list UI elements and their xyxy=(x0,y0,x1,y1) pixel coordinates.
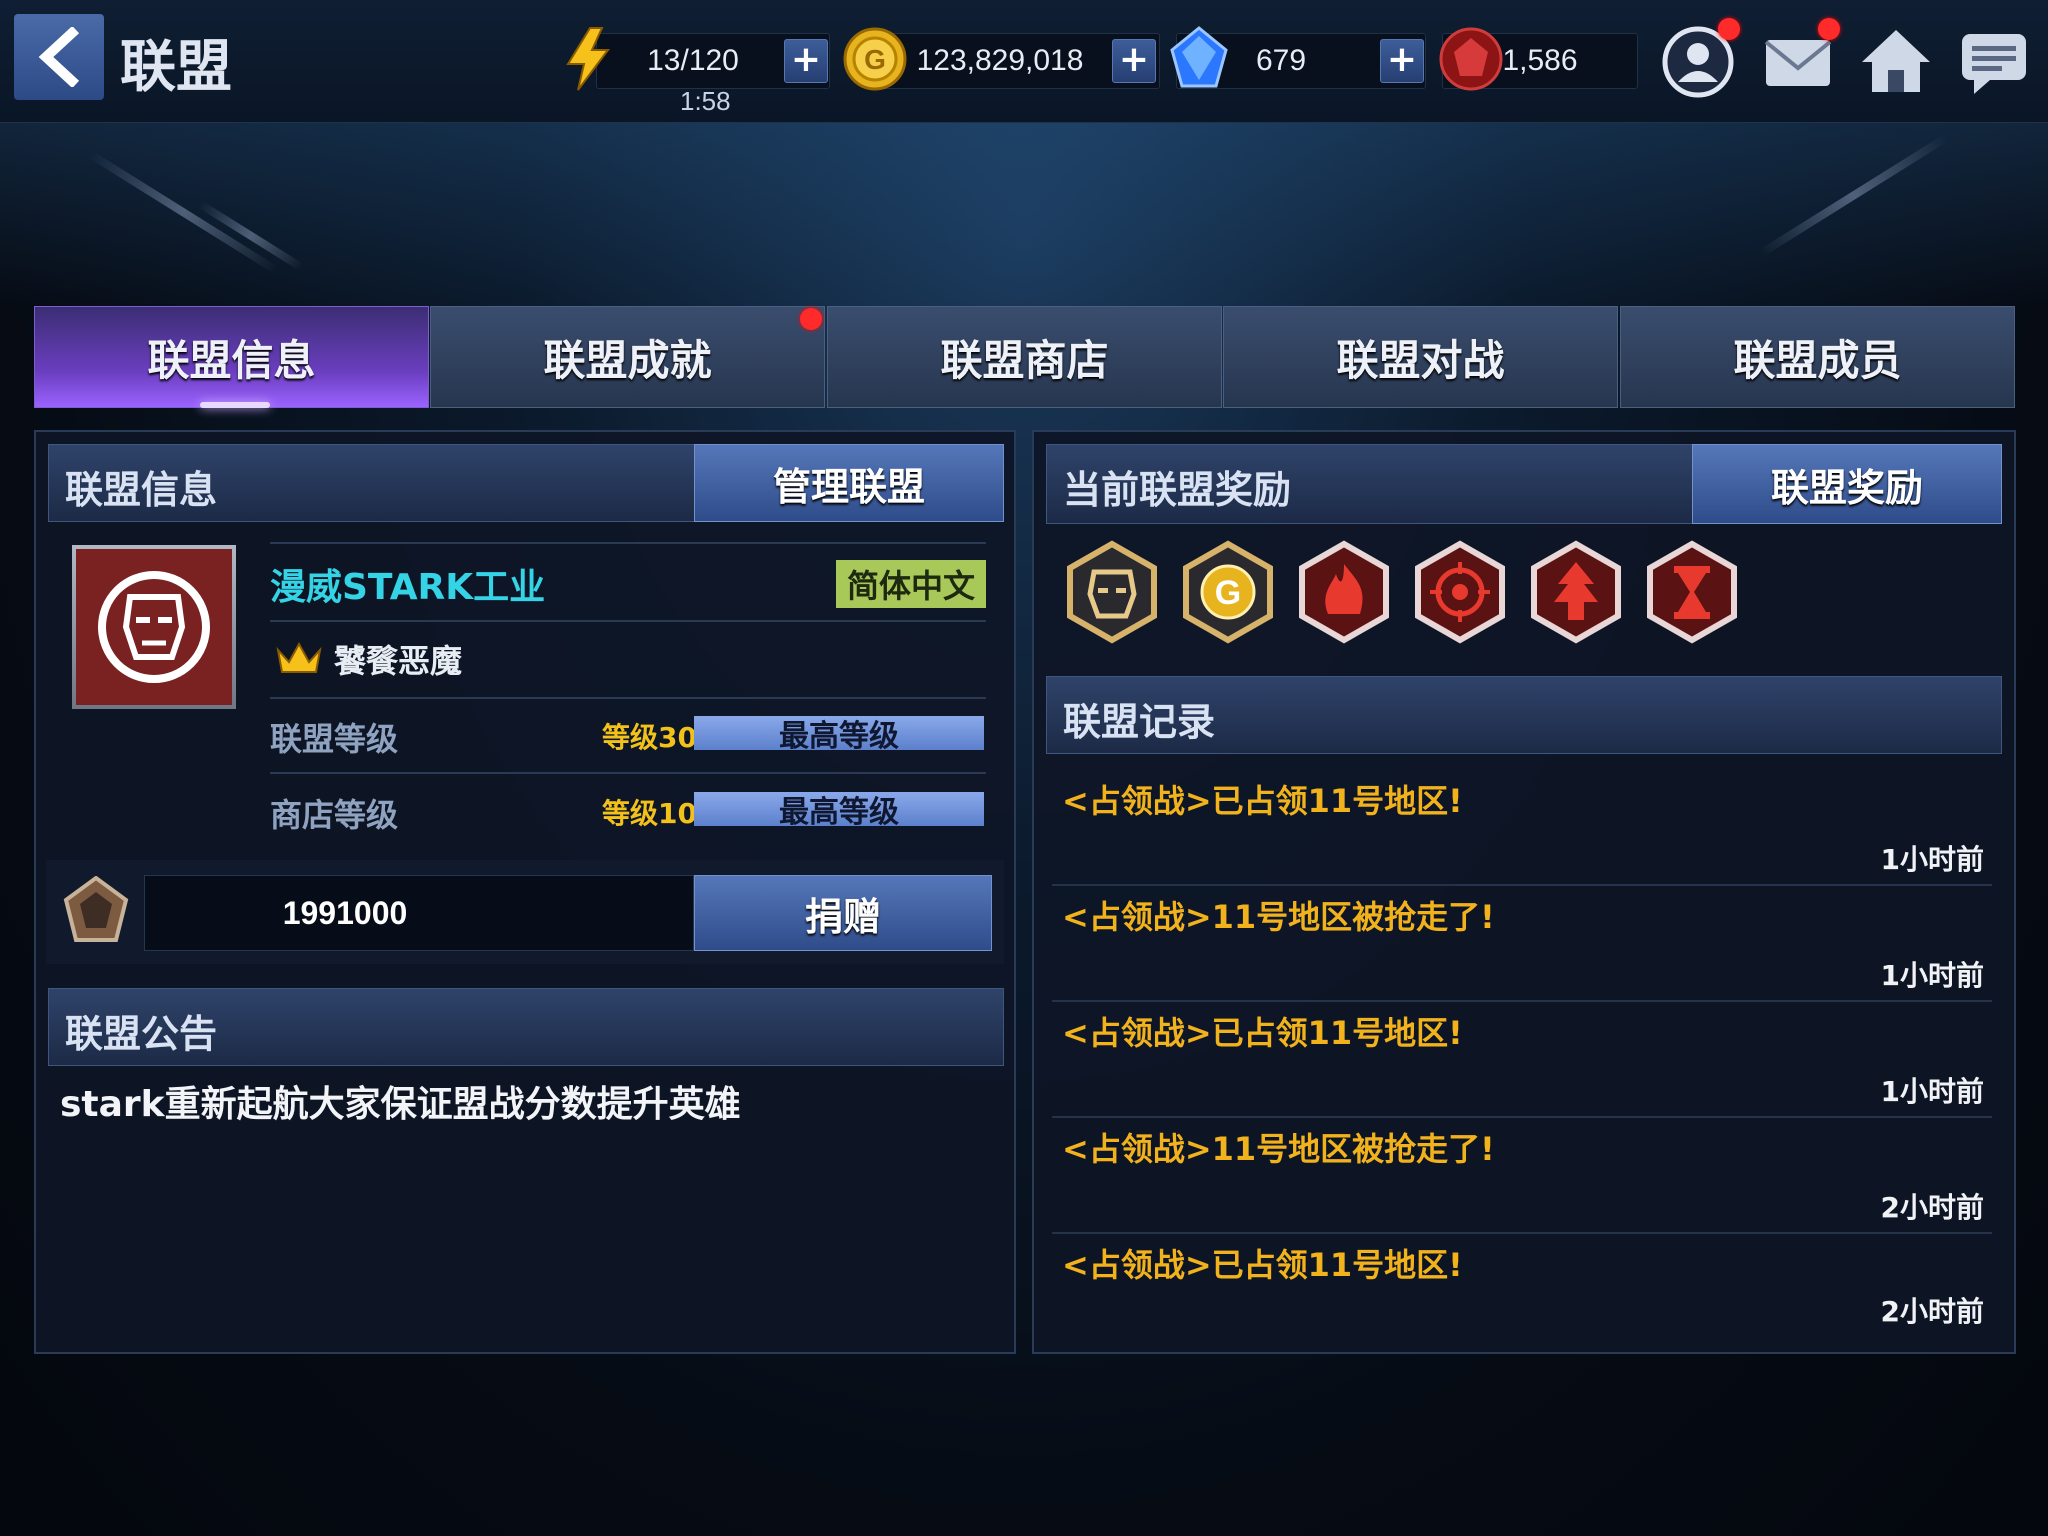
log-entry-time: 2小时前 xyxy=(1880,1191,1984,1224)
section-title: 联盟记录 xyxy=(1063,700,1216,744)
log-entry: <占领战>已占领11号地区! 1小时前 xyxy=(1052,1000,1992,1118)
divider xyxy=(270,620,986,622)
section-title: 联盟信息 xyxy=(65,468,218,512)
tab-alliance-shop[interactable]: 联盟商店 xyxy=(827,306,1222,408)
donation-amount: 1991000 xyxy=(282,895,408,931)
shop-level-value: 等级10 xyxy=(602,797,697,830)
back-button[interactable] xyxy=(14,14,104,100)
home-icon[interactable] xyxy=(1858,24,1934,100)
log-entry-text: <占领战>11号地区被抢走了! xyxy=(1062,1130,1495,1168)
page-title: 联盟 xyxy=(120,35,232,100)
alliance-level-bar: 最高等级 xyxy=(694,716,984,754)
log-entry-time: 1小时前 xyxy=(1880,959,1984,992)
divider xyxy=(270,542,986,544)
back-arrow-icon xyxy=(38,27,80,87)
tab-alliance-members[interactable]: 联盟成员 xyxy=(1620,306,2015,408)
add-gold-button[interactable]: + xyxy=(1112,39,1156,83)
tab-label: 联盟商店 xyxy=(940,335,1109,385)
tab-alliance-battle[interactable]: 联盟对战 xyxy=(1223,306,1618,408)
hourglass-reward-icon[interactable] xyxy=(1644,540,1740,644)
energy-timer: 1:58 xyxy=(680,86,731,116)
alliance-rewards-button[interactable]: 联盟奖励 xyxy=(1692,444,2002,524)
alliance-notice-text: stark重新起航大家保证盟战分数提升英雄 xyxy=(60,1084,741,1125)
target-reward-icon[interactable] xyxy=(1412,540,1508,644)
alliance-token-icon xyxy=(63,876,129,942)
add-crystal-button[interactable]: + xyxy=(1380,39,1424,83)
log-entry-text: <占领战>11号地区被抢走了! xyxy=(1062,898,1495,936)
log-entry-time: 1小时前 xyxy=(1880,843,1984,876)
tab-alliance-achievements[interactable]: 联盟成就 xyxy=(430,306,825,408)
achievements-notification-dot xyxy=(800,308,822,330)
profile-notification-dot xyxy=(1718,18,1740,40)
background-glow xyxy=(0,110,2048,310)
section-title: 当前联盟奖励 xyxy=(1063,468,1292,512)
tab-alliance-info[interactable]: 联盟信息 xyxy=(34,306,429,408)
log-entry-time: 2小时前 xyxy=(1880,1295,1984,1328)
add-energy-button[interactable]: + xyxy=(784,39,828,83)
donate-button[interactable]: 捐赠 xyxy=(694,875,992,951)
svg-text:G: G xyxy=(864,44,886,75)
tab-label: 联盟成员 xyxy=(1733,335,1902,385)
mail-notification-dot xyxy=(1818,18,1840,40)
divider xyxy=(270,772,986,774)
log-entry: <占领战>11号地区被抢走了! 2小时前 xyxy=(1052,1116,1992,1234)
alliance-emblem xyxy=(72,545,236,709)
svg-text:G: G xyxy=(1215,574,1241,612)
log-entry: <占领战>已占领11号地区! 1小时前 xyxy=(1052,768,1992,886)
divider xyxy=(270,697,986,699)
chat-icon[interactable] xyxy=(1956,24,2032,100)
iron-man-emblem-icon xyxy=(98,571,210,683)
tab-label: 联盟信息 xyxy=(147,335,316,385)
active-tab-indicator xyxy=(200,402,270,408)
shop-level-bar: 最高等级 xyxy=(694,792,984,830)
lightning-icon xyxy=(566,27,610,91)
language-badge: 简体中文 xyxy=(836,560,986,608)
gold-reward-icon[interactable]: G xyxy=(1180,540,1276,644)
alliance-log-header: 联盟记录 xyxy=(1046,676,2002,754)
alliance-level-label: 联盟等级 xyxy=(270,720,399,758)
log-entry-text: <占领战>已占领11号地区! xyxy=(1062,782,1463,820)
alliance-notice-header: 联盟公告 xyxy=(48,988,1004,1066)
alliance-name: 漫威STARK工业 xyxy=(270,567,546,608)
leader-name: 饕餮恶魔 xyxy=(334,642,463,680)
log-entry-text: <占领战>已占领11号地区! xyxy=(1062,1014,1463,1052)
log-entry: <占领战>已占领11号地区! 2小时前 xyxy=(1052,1232,1992,1336)
fire-reward-icon[interactable] xyxy=(1296,540,1392,644)
iron-man-reward-icon[interactable] xyxy=(1064,540,1160,644)
alliance-level-value: 等级30 xyxy=(602,721,697,754)
section-title: 联盟公告 xyxy=(65,1012,218,1056)
shop-level-label: 商店等级 xyxy=(270,796,399,834)
donation-amount-field: 1991000 xyxy=(144,875,694,951)
blue-crystal-icon xyxy=(1170,26,1228,88)
crown-icon xyxy=(276,641,322,673)
log-entry-text: <占领战>已占领11号地区! xyxy=(1062,1246,1463,1284)
tree-reward-icon[interactable] xyxy=(1528,540,1624,644)
manage-alliance-button[interactable]: 管理联盟 xyxy=(694,444,1004,522)
tab-label: 联盟成就 xyxy=(543,335,712,385)
gold-coin-icon: G xyxy=(843,27,907,91)
log-entry-time: 1小时前 xyxy=(1880,1075,1984,1108)
red-crystal-icon xyxy=(1439,27,1503,91)
tab-label: 联盟对战 xyxy=(1336,335,1505,385)
log-entry: <占领战>11号地区被抢走了! 1小时前 xyxy=(1052,884,1992,1002)
